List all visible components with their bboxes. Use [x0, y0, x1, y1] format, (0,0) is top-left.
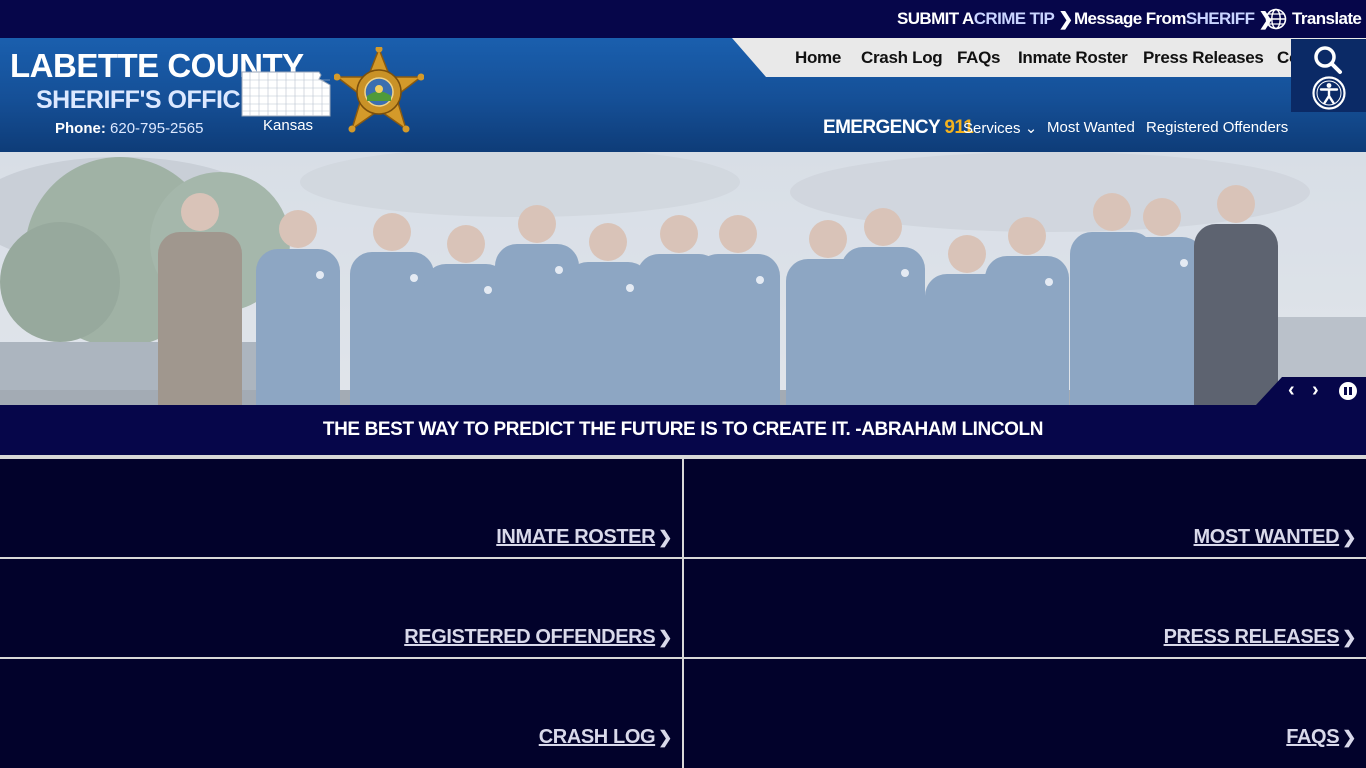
- chevron-down-icon: ⌄: [1024, 120, 1038, 137]
- main-nav: Home Crash Log FAQs Inmate Roster Press …: [732, 38, 1366, 77]
- state-label: Kansas: [263, 117, 314, 134]
- kansas-map-icon: [241, 71, 331, 117]
- tile-registered-offenders[interactable]: REGISTERED OFFENDERS ❯: [0, 559, 682, 657]
- services-label: Services: [963, 120, 1021, 137]
- tile-label: FAQS: [1286, 726, 1340, 748]
- chevron-right-icon: ❯: [1342, 728, 1356, 747]
- message-prefix: Message From: [1074, 9, 1186, 28]
- tile-link[interactable]: REGISTERED OFFENDERS ❯: [404, 626, 672, 649]
- tile-link[interactable]: PRESS RELEASES ❯: [1163, 626, 1357, 649]
- services-dropdown[interactable]: Services ⌄: [963, 119, 1037, 137]
- nav-press-releases[interactable]: Press Releases: [1143, 38, 1264, 77]
- chevron-right-icon: ❯: [1342, 528, 1356, 547]
- phone-line: Phone: 620-795-2565: [55, 120, 203, 137]
- emergency-label: EMERGENCY: [823, 117, 940, 138]
- emergency-notice: EMERGENCY 911: [823, 117, 974, 139]
- tile-inmate-roster[interactable]: INMATE ROSTER ❯: [0, 459, 682, 557]
- subnav-registered-offenders[interactable]: Registered Offenders: [1146, 119, 1288, 136]
- message-highlight: SHERIFF: [1185, 9, 1255, 28]
- tile-press-releases[interactable]: PRESS RELEASES ❯: [684, 559, 1366, 657]
- tile-label: PRESS RELEASES: [1163, 626, 1340, 648]
- photo-tint: [0, 152, 1366, 405]
- chevron-right-icon: ❯: [658, 628, 672, 647]
- hero-slider-image: [0, 152, 1366, 405]
- phone-label: Phone:: [55, 120, 106, 137]
- tile-label: CRASH LOG: [538, 726, 656, 748]
- tile-label: MOST WANTED: [1193, 526, 1340, 548]
- accessibility-icon[interactable]: [1312, 76, 1346, 110]
- chevron-right-icon: ❯: [1342, 628, 1356, 647]
- tile-label: REGISTERED OFFENDERS: [404, 626, 656, 648]
- quote-banner: THE BEST WAY TO PREDICT THE FUTURE IS TO…: [0, 405, 1366, 455]
- tip-prefix: SUBMIT A: [897, 9, 974, 28]
- chevron-right-icon: ❯: [658, 728, 672, 747]
- tip-highlight: CRIME TIP: [973, 9, 1055, 28]
- site-subtitle[interactable]: SHERIFF'S OFFICE: [36, 86, 257, 115]
- pause-icon[interactable]: [1339, 382, 1357, 400]
- translate-label: Translate: [1292, 9, 1362, 28]
- globe-icon: [1265, 8, 1287, 30]
- tile-most-wanted[interactable]: MOST WANTED ❯: [684, 459, 1366, 557]
- submit-crime-tip-link[interactable]: SUBMIT A CRIME TIP ❯: [897, 0, 1073, 38]
- chevron-right-icon: ❯: [1058, 8, 1073, 29]
- group-photo-illustration: [0, 152, 1366, 405]
- search-icon[interactable]: [1312, 44, 1344, 76]
- tile-link[interactable]: INMATE ROSTER ❯: [496, 526, 672, 549]
- utility-bar: SUBMIT A CRIME TIP ❯ Message From SHERIFF…: [0, 0, 1366, 38]
- nav-crash-log[interactable]: Crash Log: [861, 38, 943, 77]
- site-header: LABETTE COUNTY SHERIFF'S OFFICE Phone: 6…: [0, 38, 1366, 152]
- sheriff-badge-logo: [334, 47, 424, 133]
- tile-crash-log[interactable]: CRASH LOG ❯: [0, 659, 682, 768]
- tile-label: INMATE ROSTER: [496, 526, 656, 548]
- nav-home[interactable]: Home: [795, 38, 841, 77]
- chevron-right-icon: ❯: [658, 528, 672, 547]
- translate-button[interactable]: Translate: [1265, 0, 1362, 38]
- message-from-sheriff-link[interactable]: Message From SHERIFF ❯: [1074, 0, 1273, 38]
- tile-faqs[interactable]: FAQS ❯: [684, 659, 1366, 768]
- nav-faqs[interactable]: FAQs: [957, 38, 1001, 77]
- subnav-most-wanted[interactable]: Most Wanted: [1047, 119, 1135, 136]
- tile-link[interactable]: CRASH LOG ❯: [538, 726, 673, 749]
- tile-link[interactable]: MOST WANTED ❯: [1193, 526, 1357, 549]
- phone-number[interactable]: 620-795-2565: [110, 120, 203, 137]
- tile-link[interactable]: FAQS ❯: [1286, 726, 1356, 749]
- nav-inmate-roster[interactable]: Inmate Roster: [1018, 38, 1128, 77]
- slider-prev-button[interactable]: ‹: [1288, 379, 1295, 402]
- slider-next-button[interactable]: ›: [1312, 379, 1319, 402]
